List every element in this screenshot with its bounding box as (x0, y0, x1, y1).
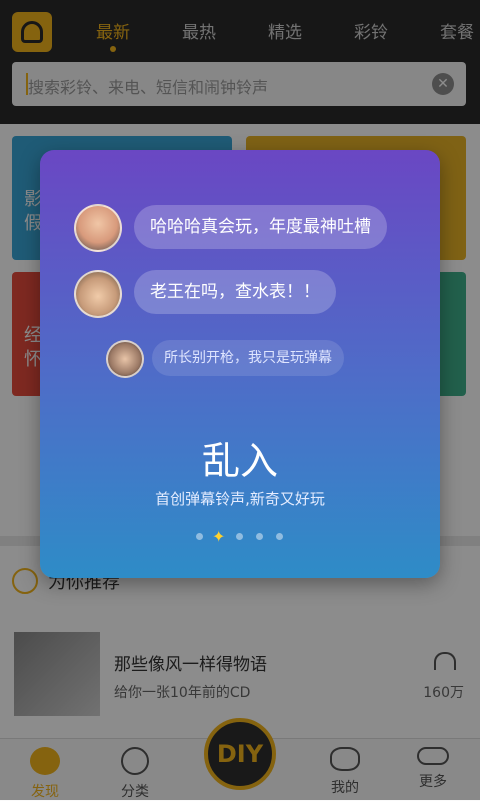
danmaku-bubble-1: 哈哈哈真会玩，年度最神吐槽 (134, 205, 387, 249)
avatar-girl (106, 340, 144, 378)
avatar-boy (74, 270, 122, 318)
feature-modal[interactable]: 哈哈哈真会玩，年度最神吐槽 老王在吗，查水表！！ 所长别开枪，我只是玩弹幕 乱入… (40, 150, 440, 578)
pager-dots: ✦ (196, 527, 296, 546)
danmaku-bubble-3: 所长别开枪，我只是玩弹幕 (152, 340, 344, 376)
pager-dot-5[interactable] (276, 533, 283, 540)
pager-dot-4[interactable] (256, 533, 263, 540)
pager-dot-3[interactable] (236, 533, 243, 540)
avatar-child (74, 204, 122, 252)
modal-subtitle: 首创弹幕铃声,新奇又好玩 (155, 490, 325, 508)
modal-title: 乱入 (201, 439, 278, 483)
pager-dot-1[interactable] (196, 533, 203, 540)
pager-active-star-icon[interactable]: ✦ (212, 527, 225, 546)
danmaku-bubble-2: 老王在吗，查水表！！ (134, 270, 336, 314)
